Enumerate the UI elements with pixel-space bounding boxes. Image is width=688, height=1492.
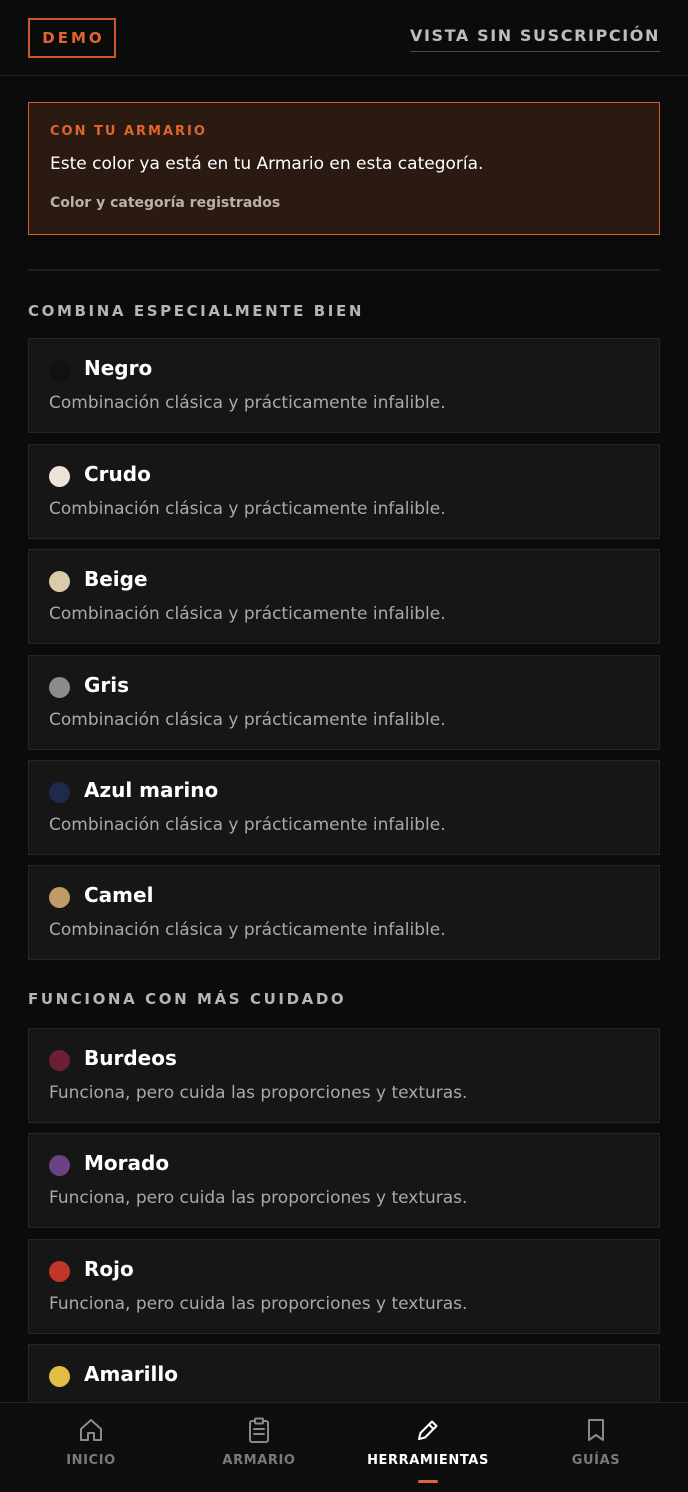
color-card[interactable]: Morado Funciona, pero cuida las proporci… (28, 1133, 660, 1228)
nav-item-herramientas[interactable]: HERRAMIENTAS (342, 1403, 514, 1492)
color-card[interactable]: Negro Combinación clásica y prácticament… (28, 338, 660, 433)
divider (28, 269, 660, 271)
nav-item-guias[interactable]: GUÍAS (510, 1403, 682, 1492)
color-description: Combinación clásica y prácticamente infa… (49, 393, 446, 413)
color-swatch (49, 1261, 70, 1282)
color-card[interactable]: Burdeos Funciona, pero cuida las proporc… (28, 1028, 660, 1123)
home-icon (80, 1419, 102, 1441)
color-card[interactable]: Azul marino Combinación clásica y prácti… (28, 760, 660, 855)
color-name: Beige (84, 567, 148, 591)
color-description: Funciona, pero cuida las proporciones y … (49, 1188, 468, 1208)
color-name: Gris (84, 673, 130, 697)
color-description: Combinación clásica y prácticamente infa… (49, 815, 446, 835)
color-description: Funciona, pero cuida las proporciones y … (49, 1294, 468, 1314)
color-name: Camel (84, 883, 154, 907)
color-swatch (49, 782, 70, 803)
demo-badge[interactable]: DEMO (28, 18, 116, 58)
color-swatch (49, 677, 70, 698)
color-card[interactable]: Rojo Funciona, pero cuida las proporcion… (28, 1239, 660, 1334)
pencil-icon (418, 1420, 438, 1440)
nav-item-armario[interactable]: ARMARIO (173, 1403, 345, 1492)
view-without-subscription-link[interactable]: VISTA SIN SUSCRIPCIÓN (410, 26, 660, 52)
color-name: Morado (84, 1151, 170, 1175)
color-description: Combinación clásica y prácticamente infa… (49, 499, 446, 519)
color-card[interactable]: Beige Combinación clásica y prácticament… (28, 549, 660, 644)
nav-label: INICIO (66, 1453, 116, 1468)
section-title-combina: COMBINA ESPECIALMENTE BIEN (28, 302, 364, 320)
notice-subtitle: Color y categoría registrados (50, 195, 281, 211)
nav-label: GUÍAS (571, 1453, 621, 1468)
color-description: Combinación clásica y prácticamente infa… (49, 710, 446, 730)
color-name: Crudo (84, 462, 151, 486)
nav-label: ARMARIO (222, 1453, 296, 1468)
color-swatch (49, 466, 70, 487)
color-swatch (49, 360, 70, 381)
color-card[interactable]: Gris Combinación clásica y prácticamente… (28, 655, 660, 750)
nav-label: HERRAMIENTAS (367, 1453, 489, 1468)
color-name: Rojo (84, 1257, 134, 1281)
notice-message: Este color ya está en tu Armario en esta… (50, 154, 484, 174)
section-title-cuidado: FUNCIONA CON MÁS CUIDADO (28, 990, 347, 1008)
color-swatch (49, 1366, 70, 1387)
color-name: Burdeos (84, 1046, 177, 1070)
active-tab-indicator (418, 1480, 438, 1483)
color-card[interactable]: Crudo Combinación clásica y prácticament… (28, 444, 660, 539)
clipboard-icon (249, 1417, 269, 1443)
color-card[interactable]: Camel Combinación clásica y prácticament… (28, 865, 660, 960)
color-name: Negro (84, 356, 153, 380)
nav-item-inicio[interactable]: INICIO (5, 1403, 177, 1492)
color-swatch (49, 571, 70, 592)
color-name: Amarillo (84, 1362, 178, 1386)
color-name: Azul marino (84, 778, 219, 802)
bookmark-icon (588, 1419, 604, 1441)
top-bar: DEMO VISTA SIN SUSCRIPCIÓN (0, 0, 688, 76)
wardrobe-notice: CON TU ARMARIO Este color ya está en tu … (28, 102, 660, 235)
bottom-nav: INICIO ARMARIO HERRAMIENTAS GUÍAS (0, 1402, 688, 1491)
color-description: Funciona, pero cuida las proporciones y … (49, 1083, 468, 1103)
color-swatch (49, 887, 70, 908)
color-swatch (49, 1050, 70, 1071)
color-description: Combinación clásica y prácticamente infa… (49, 604, 446, 624)
color-description: Combinación clásica y prácticamente infa… (49, 920, 446, 940)
color-swatch (49, 1155, 70, 1176)
notice-kicker: CON TU ARMARIO (50, 124, 207, 139)
